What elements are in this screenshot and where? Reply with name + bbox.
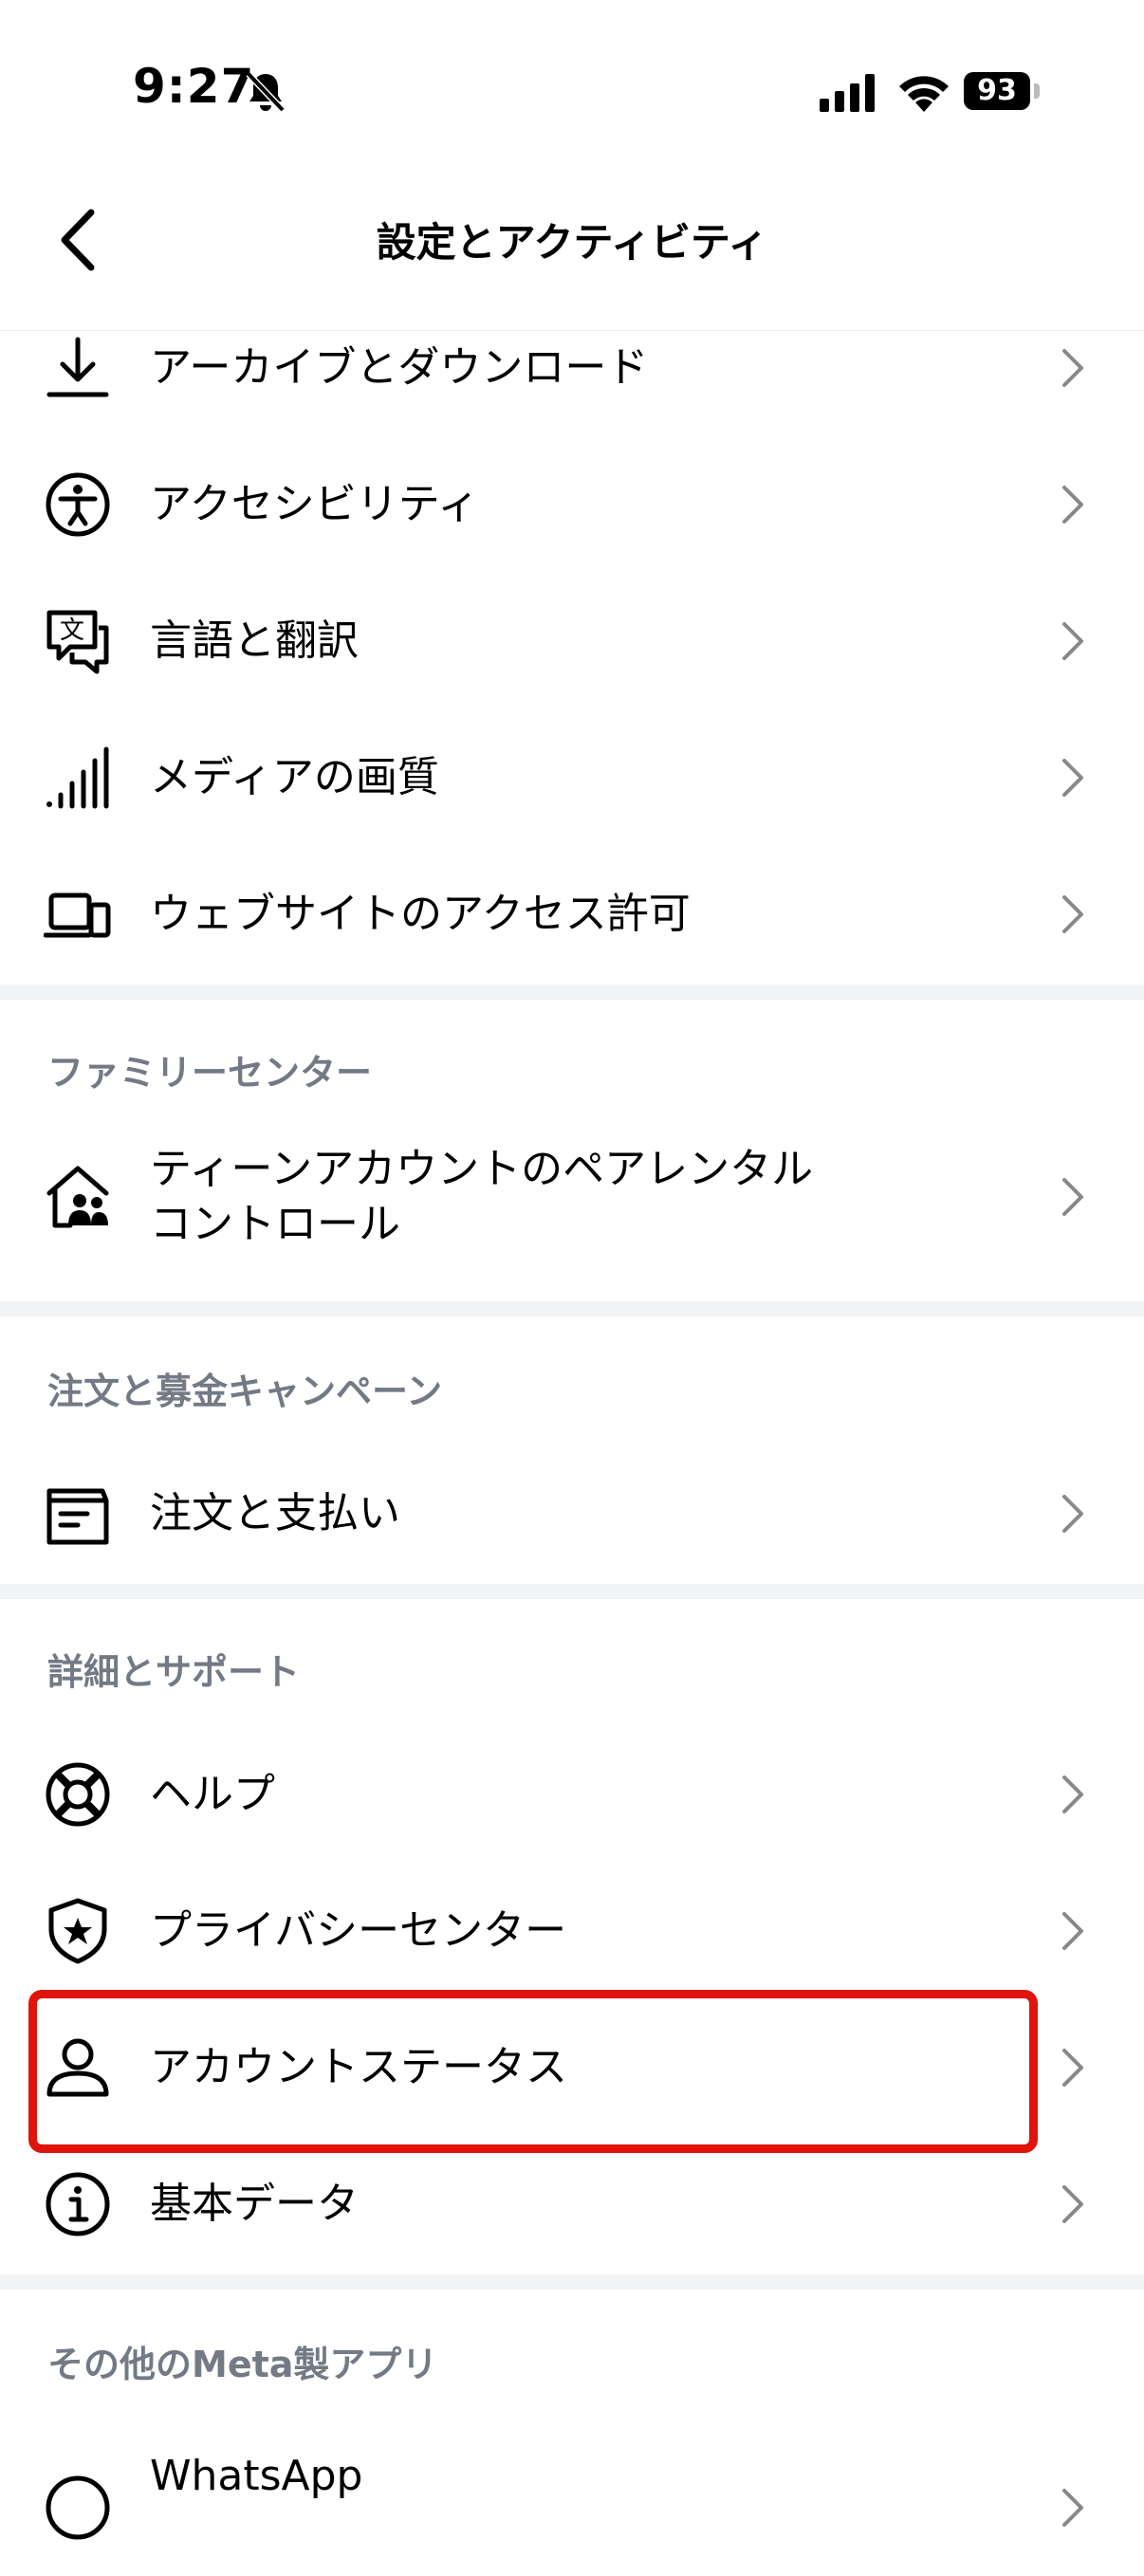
chevron-right-icon — [1062, 2185, 1083, 2223]
menu-item-whatsapp[interactable]: WhatsApp — [0, 2439, 1144, 2576]
menu-item-website-permissions[interactable]: ウェブサイトのアクセス許可 — [0, 846, 1144, 983]
chevron-right-icon — [1062, 1495, 1083, 1533]
menu-item-label: アーカイブとダウンロード — [150, 343, 649, 392]
chevron-right-icon — [1062, 2489, 1083, 2527]
battery-tip — [1034, 83, 1040, 99]
section-divider — [0, 1584, 1144, 1599]
chevron-right-icon — [1062, 1178, 1083, 1216]
section-header-support: 詳細とサポート — [47, 1651, 301, 1693]
devices-icon — [44, 892, 111, 938]
signal-bars-icon — [46, 746, 109, 809]
menu-item-label: WhatsApp — [150, 2452, 363, 2500]
section-header-family-center: ファミリーセンター — [47, 1052, 373, 1094]
menu-item-label: プライバシーセンター — [150, 1906, 567, 1955]
page-title: 設定とアクティビティ — [376, 219, 768, 266]
menu-item-label: 注文と支払い — [150, 1489, 400, 1537]
menu-item-label: 基本データ — [150, 2180, 359, 2228]
download-icon — [46, 337, 109, 397]
translate-icon: 文 — [46, 610, 109, 674]
menu-item-archive-download[interactable]: アーカイブとダウンロード — [0, 300, 1144, 436]
chevron-right-icon — [1062, 1776, 1083, 1813]
wifi-icon — [899, 76, 949, 112]
chevron-right-icon — [1062, 622, 1083, 660]
menu-item-media-quality[interactable]: メディアの画質 — [0, 709, 1144, 846]
menu-item-basic-data[interactable]: 基本データ — [0, 2136, 1144, 2272]
chevron-right-icon — [1062, 349, 1083, 387]
menu-item-orders-payments[interactable]: 注文と支払い — [0, 1445, 1144, 1582]
section-divider — [0, 2274, 1144, 2290]
menu-item-label-line1: ティーンアカウントのペアレンタル — [150, 1145, 814, 1193]
chevron-right-icon — [1062, 486, 1083, 524]
menu-item-label: アクセシビリティ — [150, 480, 480, 528]
menu-item-label-line2: コントロール — [150, 1200, 400, 1248]
accessibility-icon — [46, 472, 110, 537]
menu-item-label: メディアの画質 — [150, 753, 439, 801]
menu-item-accessibility[interactable]: アクセシビリティ — [0, 436, 1144, 573]
menu-item-label: 言語と翻訳 — [150, 616, 359, 665]
section-header-orders: 注文と募金キャンペーン — [47, 1371, 443, 1412]
status-bar: 9:27 93 — [0, 0, 1144, 180]
chevron-right-icon — [1062, 759, 1083, 797]
menu-item-privacy-center[interactable]: プライバシーセンター — [0, 1863, 1144, 1999]
info-icon — [46, 2172, 110, 2236]
highlight-box — [28, 1990, 1038, 2153]
bell-muted-icon — [246, 71, 286, 113]
chevron-right-icon — [1062, 895, 1083, 933]
section-divider — [0, 1301, 1144, 1316]
menu-item-label: ティーンアカウントのペアレンタル コントロール — [150, 1142, 813, 1252]
menu-item-language[interactable]: 文 言語と翻訳 — [0, 573, 1144, 709]
battery-indicator: 93 — [964, 72, 1030, 110]
menu-item-label: ウェブサイトのアクセス許可 — [150, 890, 691, 938]
menu-item-help[interactable]: ヘルプ — [0, 1726, 1144, 1863]
shield-star-icon — [48, 1898, 107, 1964]
section-divider — [0, 984, 1144, 1000]
receipt-box-icon — [46, 1488, 109, 1545]
status-time: 9:27 — [133, 59, 255, 114]
whatsapp-icon — [46, 2475, 110, 2540]
menu-item-parental-controls[interactable]: ティーンアカウントのペアレンタル コントロール — [0, 1125, 1144, 1269]
lifebuoy-icon — [46, 1762, 110, 1827]
family-home-icon — [46, 1166, 109, 1228]
cellular-signal-icon — [820, 74, 875, 112]
section-header-meta-apps: その他のMeta製アプリ — [47, 2344, 438, 2385]
chevron-right-icon — [1062, 1912, 1083, 1950]
menu-item-label: ヘルプ — [150, 1770, 275, 1818]
chevron-right-icon — [1062, 2049, 1083, 2087]
svg-text:文: 文 — [60, 616, 84, 645]
